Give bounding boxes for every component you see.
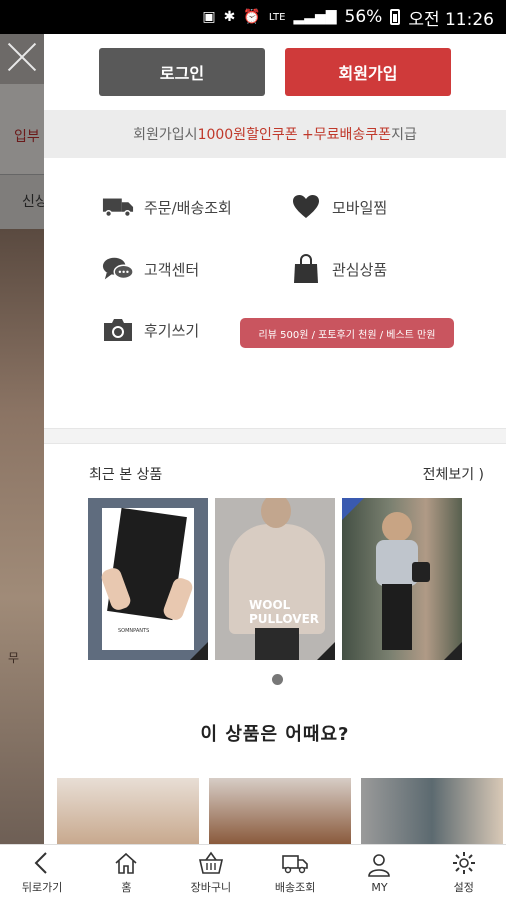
product-caption: SOMNPANTS: [118, 628, 150, 634]
menu-order-label: 주문/배송조회: [144, 198, 232, 217]
menu-wishlist-label: 모바일찜: [332, 198, 388, 217]
nav-cart[interactable]: 장바구니: [169, 845, 253, 900]
battery-percent: 56%: [344, 7, 383, 27]
clock: 오전 11:26: [408, 9, 494, 30]
bg-photo: 무: [0, 229, 44, 844]
nav-back-label: 뒤로가기: [21, 881, 63, 894]
basket-icon: [198, 851, 223, 874]
bottom-nav: 뒤로가기 홈 장바구니 배송조회 MY 설정: [0, 844, 506, 900]
promo-suffix: 지급: [391, 127, 417, 143]
product-overlay-line1: WOOL: [249, 598, 291, 612]
carousel-dot-active[interactable]: [272, 673, 283, 685]
bg-strip-2: 신상: [0, 174, 44, 229]
home-icon: [115, 852, 138, 874]
carousel-dots: [44, 660, 506, 698]
suggested-products: [44, 778, 506, 844]
nav-settings[interactable]: 설정: [422, 845, 506, 900]
suggested-product-3[interactable]: [361, 778, 503, 844]
view-all-link[interactable]: 전체보기 ): [423, 464, 484, 498]
truck-icon: [282, 855, 308, 874]
bg-text-1: 입부: [14, 129, 40, 145]
menu-support[interactable]: 고객센터: [102, 255, 199, 283]
back-arrow-icon: [34, 852, 47, 874]
product-model-legs: [255, 628, 299, 660]
recent-header: 최근 본 상품 전체보기 ): [44, 444, 506, 498]
promo-highlight: 1000원할인쿠폰 +무료배송쿠폰: [197, 127, 392, 143]
quick-menu: 주문/배송조회 모바일찜 고객센터 관심상품 후기쓰기 리뷰 500원 / 포토…: [44, 158, 506, 428]
join-button[interactable]: 회원가입: [285, 48, 451, 96]
bg-text-3: 무: [8, 651, 20, 665]
signal-icon: ▂▃▅▇: [293, 9, 337, 25]
suggest-title: 이 상품은 어때요?: [200, 724, 350, 745]
recent-product-2[interactable]: WOOL PULLOVER: [215, 498, 335, 660]
nav-home[interactable]: 홈: [84, 845, 168, 900]
menu-review-label: 후기쓰기: [144, 321, 200, 340]
truck-icon: [102, 193, 134, 221]
suggested-product-1[interactable]: [57, 778, 199, 844]
person-icon: [368, 853, 391, 877]
menu-interest[interactable]: 관심상품: [290, 254, 388, 283]
camera-icon: [102, 316, 134, 344]
menu-order[interactable]: 주문/배송조회: [102, 193, 232, 221]
close-icon[interactable]: [5, 40, 39, 74]
menu-wishlist[interactable]: 모바일찜: [290, 193, 387, 221]
alarm-icon: ⏰: [243, 9, 261, 25]
recent-product-3[interactable]: [342, 498, 462, 660]
promo-prefix: 회원가입시: [133, 127, 198, 143]
background-page: 입부 신상 무: [0, 34, 44, 844]
corner-badge: [317, 642, 335, 660]
nav-delivery-label: 배송조회: [274, 881, 316, 894]
recent-title: 최근 본 상품: [89, 467, 163, 483]
shopping-bag-icon: [290, 254, 322, 283]
nav-my[interactable]: MY: [337, 845, 421, 900]
gear-icon: [452, 852, 475, 874]
login-button[interactable]: 로그인: [99, 48, 265, 96]
nav-delivery[interactable]: 배송조회: [253, 845, 337, 900]
product-model-head: [382, 512, 412, 542]
recent-products: SOMNPANTS WOOL PULLOVER: [44, 498, 506, 660]
product-model-bag: [412, 562, 430, 582]
side-drawer: 로그인 회원가입 회원가입시 1000원할인쿠폰 +무료배송쿠폰 지급 주문/배…: [44, 34, 506, 844]
nav-home-label: 홈: [121, 881, 132, 894]
status-bar: ▣ ✱ ⏰ LTE ▂▃▅▇ 56% 오전 11:26: [0, 0, 506, 34]
nav-cart-label: 장바구니: [190, 881, 232, 894]
bg-text-2: 신상: [22, 194, 44, 210]
auth-buttons: 로그인 회원가입: [44, 34, 506, 110]
battery-icon: [390, 9, 401, 25]
heart-icon: [290, 193, 322, 221]
nav-back[interactable]: 뒤로가기: [0, 845, 84, 900]
network-type: LTE: [268, 11, 286, 23]
image-icon: ▣: [202, 9, 216, 25]
promo-banner[interactable]: 회원가입시 1000원할인쿠폰 +무료배송쿠폰 지급: [44, 110, 506, 158]
product-model-pants: [382, 584, 412, 650]
nav-settings-label: 설정: [453, 881, 474, 894]
review-reward-badge[interactable]: 리뷰 500원 / 포토후기 천원 / 베스트 만원: [240, 318, 454, 348]
recent-product-1[interactable]: SOMNPANTS: [88, 498, 208, 660]
suggested-product-2[interactable]: [209, 778, 351, 844]
menu-interest-label: 관심상품: [332, 260, 388, 279]
product-overlay-line2: PULLOVER: [249, 612, 320, 626]
nav-my-label: MY: [371, 880, 388, 894]
product-overlay-text: WOOL PULLOVER: [249, 598, 319, 626]
menu-support-label: 고객센터: [144, 260, 200, 279]
bg-strip-1: 입부: [0, 84, 44, 174]
section-divider: [44, 428, 506, 444]
menu-review[interactable]: 후기쓰기: [102, 316, 199, 344]
bluetooth-icon: ✱: [223, 9, 236, 25]
chat-bubbles-icon: [102, 255, 134, 283]
